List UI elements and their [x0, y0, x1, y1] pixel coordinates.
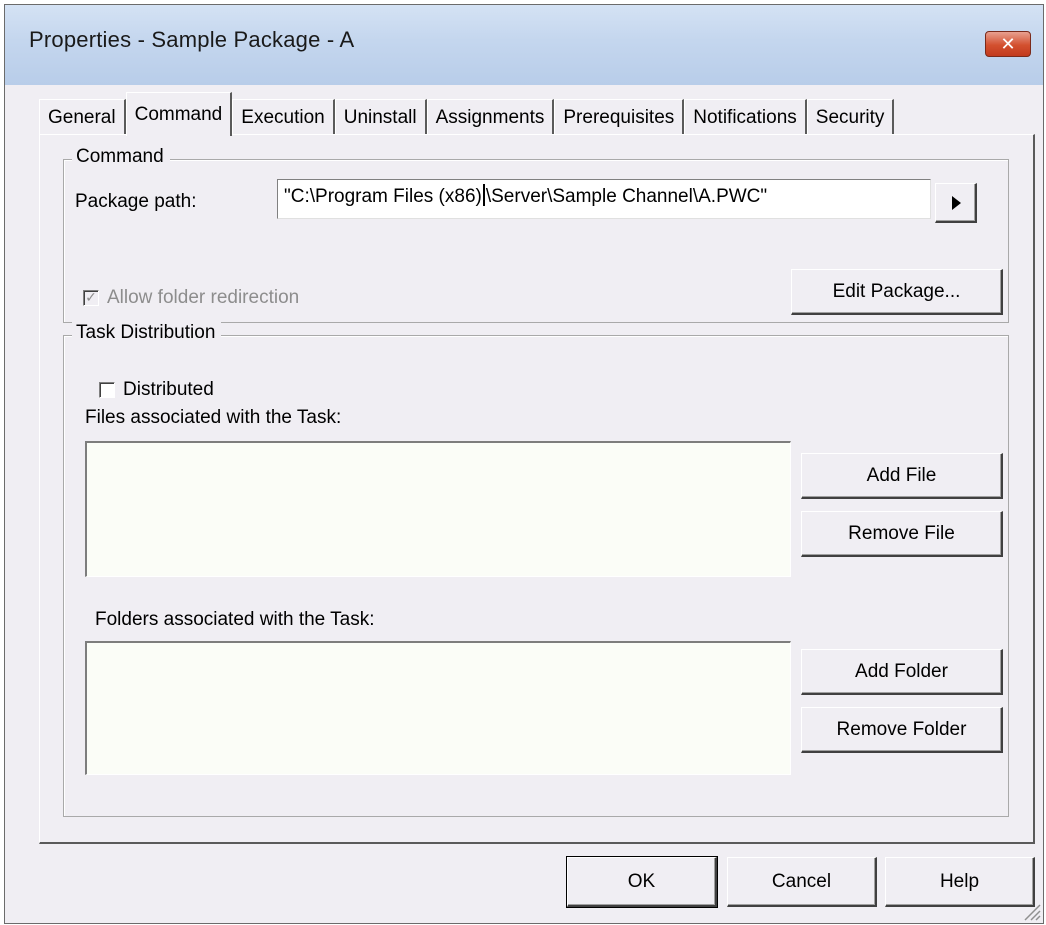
package-path-label: Package path: — [75, 191, 197, 212]
tab-notifications[interactable]: Notifications — [684, 99, 807, 135]
package-path-value-start: "C:\Program Files (x86) — [284, 186, 482, 207]
cancel-button[interactable]: Cancel — [727, 857, 877, 907]
text-cursor — [482, 184, 485, 206]
tab-uninstall[interactable]: Uninstall — [334, 99, 427, 135]
tab-assignments[interactable]: Assignments — [426, 99, 555, 135]
resize-grip-icon[interactable] — [1021, 901, 1041, 921]
add-folder-button[interactable]: Add Folder — [801, 649, 1003, 695]
package-path-value-end: \Server\Sample Channel\A.PWC" — [485, 186, 768, 207]
files-listbox[interactable] — [85, 441, 791, 577]
files-associated-label: Files associated with the Task: — [85, 407, 342, 428]
title-bar[interactable]: Properties - Sample Package - A ✕ — [5, 5, 1043, 85]
edit-package-button[interactable]: Edit Package... — [791, 269, 1003, 315]
add-file-button[interactable]: Add File — [801, 453, 1003, 499]
task-distribution-title: Task Distribution — [72, 322, 222, 344]
package-path-browse-button[interactable] — [935, 183, 977, 223]
distributed-checkbox[interactable]: Distributed — [99, 379, 214, 401]
window-title: Properties - Sample Package - A — [29, 27, 355, 52]
folders-associated-label: Folders associated with the Task: — [95, 609, 375, 630]
distributed-label: Distributed — [123, 379, 214, 400]
package-path-input[interactable]: "C:\Program Files (x86) \Server\Sample Ch… — [277, 179, 931, 219]
tab-command[interactable]: Command — [125, 92, 233, 136]
close-button[interactable]: ✕ — [985, 31, 1031, 57]
allow-folder-redirection-label: Allow folder redirection — [107, 287, 300, 308]
remove-file-button[interactable]: Remove File — [801, 511, 1003, 557]
properties-dialog: Properties - Sample Package - A ✕ Genera… — [4, 4, 1044, 924]
help-button[interactable]: Help — [885, 857, 1035, 907]
tab-security[interactable]: Security — [806, 99, 895, 135]
allow-folder-redirection-box: ✓ — [83, 290, 99, 306]
folders-listbox[interactable] — [85, 641, 791, 775]
tab-prerequisites[interactable]: Prerequisites — [554, 99, 685, 135]
ok-button[interactable]: OK — [566, 856, 718, 908]
distributed-box — [99, 382, 115, 398]
remove-folder-button[interactable]: Remove Folder — [801, 707, 1003, 753]
tab-general[interactable]: General — [39, 99, 126, 135]
tab-execution[interactable]: Execution — [232, 99, 335, 135]
command-group-title: Command — [72, 146, 170, 168]
close-icon: ✕ — [1000, 33, 1016, 55]
play-arrow-icon — [951, 195, 961, 210]
tab-strip: General Command Execution Uninstall Assi… — [39, 89, 895, 136]
allow-folder-redirection-checkbox[interactable]: ✓ Allow folder redirection — [83, 287, 299, 309]
